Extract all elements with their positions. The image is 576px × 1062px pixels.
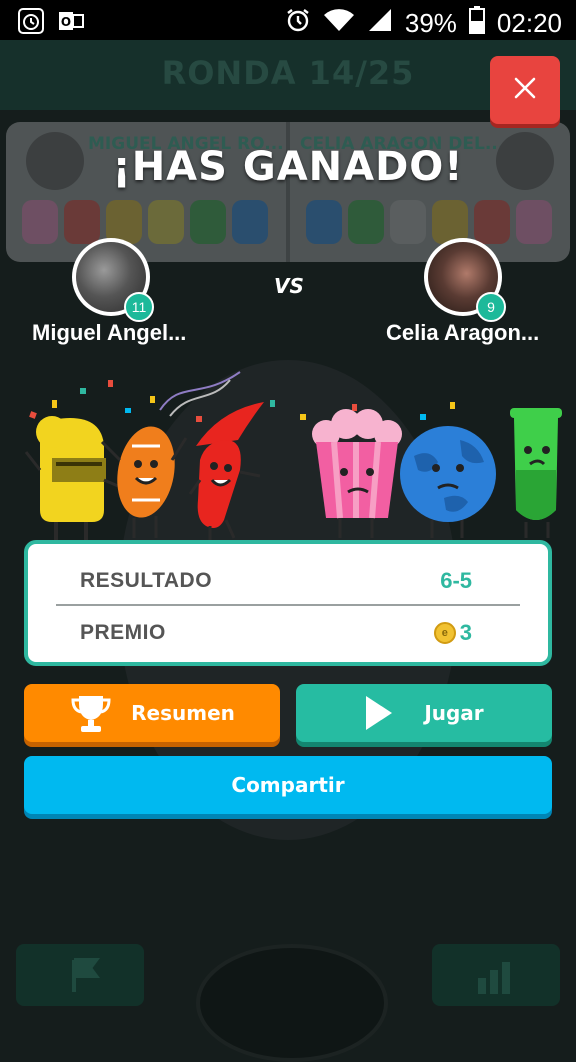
background-scoreboard: MIGUEL ANGEL RO... CELIA ARAGON DEL... (6, 122, 570, 262)
resumen-button[interactable]: Resumen (24, 684, 280, 742)
alarm-app-icon (18, 8, 44, 38)
coin-icon: e (433, 622, 456, 644)
player1-level-badge: 11 (124, 292, 154, 322)
background-category-icons-right (306, 200, 552, 244)
popcorn-character (312, 409, 402, 538)
signal-icon (367, 7, 393, 40)
jugar-button[interactable]: Jugar (296, 684, 552, 742)
jugar-label: Jugar (424, 701, 484, 725)
result-row: RESULTADO 6-5 (58, 556, 518, 606)
card-divider (56, 604, 520, 606)
compartir-button[interactable]: Compartir (24, 756, 552, 814)
prize-value: 3 (459, 620, 472, 645)
compartir-label: Compartir (231, 773, 345, 797)
win-title: ¡HAS GANADO! (112, 144, 464, 190)
versus-label: VS (274, 274, 304, 298)
status-bar: O 39% 02:20 (0, 0, 576, 40)
result-label: RESULTADO (80, 569, 213, 592)
resumen-label: Resumen (131, 701, 235, 725)
yellow-knight-character (24, 416, 119, 540)
svg-text:O: O (61, 15, 71, 29)
close-icon (512, 75, 538, 105)
close-button[interactable] (490, 56, 560, 124)
result-value: 6-5 (440, 568, 472, 593)
wifi-icon (323, 7, 355, 40)
scoreboard-divider (286, 122, 290, 262)
test-tube-character (510, 408, 562, 538)
background-flag-button (16, 944, 144, 1006)
football-character (100, 426, 188, 538)
paintbrush-character (188, 402, 264, 540)
result-card: RESULTADO 6-5 PREMIO e 3 (24, 540, 552, 666)
player2-name: Celia Aragon... (386, 320, 540, 345)
globe-character (400, 426, 496, 538)
player1-name: Miguel Angel... (32, 320, 187, 345)
play-icon (364, 694, 394, 732)
trophy-icon (69, 692, 113, 734)
prize-row: PREMIO e 3 (58, 608, 518, 658)
celebration-characters (0, 360, 576, 550)
clock-time: 02:20 (496, 8, 562, 38)
background-crown-button (196, 944, 388, 1062)
prize-label: PREMIO (80, 621, 166, 644)
outlook-icon: O (58, 8, 84, 38)
battery-percent: 39% (404, 8, 457, 38)
alarm-clock-icon (285, 7, 311, 40)
player2-level-badge: 9 (476, 292, 506, 322)
battery-icon (468, 6, 485, 41)
prize-value-group: e 3 (433, 620, 472, 646)
background-stats-button (432, 944, 560, 1006)
background-category-icons-left (22, 200, 268, 244)
